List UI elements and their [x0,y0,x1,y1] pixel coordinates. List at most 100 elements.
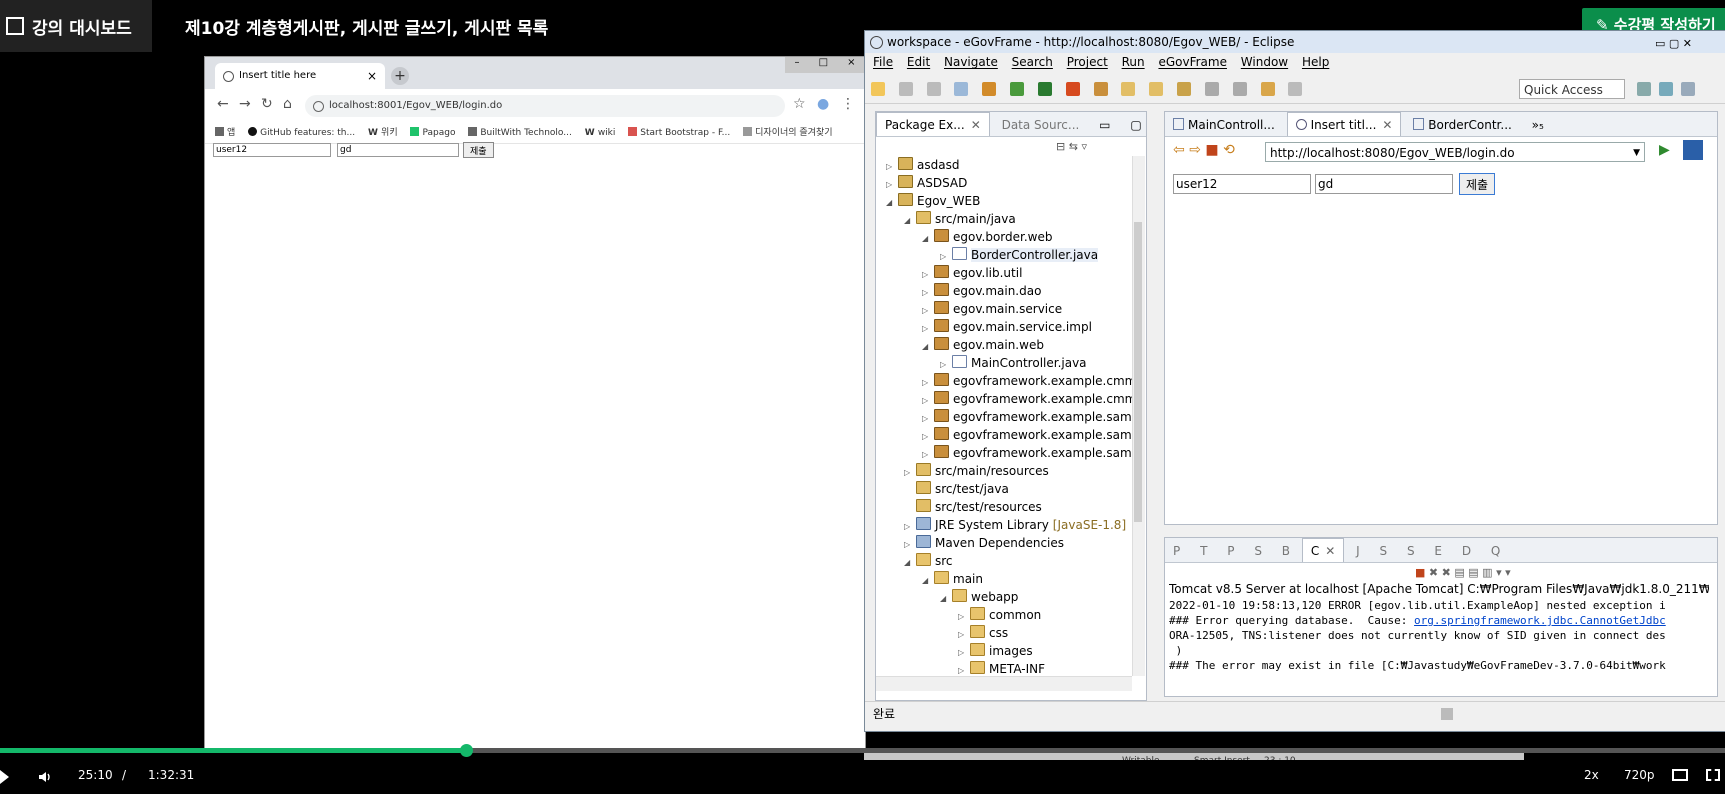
tree-item[interactable]: ▷ META-INF [958,660,1045,676]
server-icon[interactable] [1065,82,1080,96]
back-icon[interactable]: ⇦ [1173,142,1185,158]
browser-user-input[interactable] [1173,174,1311,194]
expanded-icon[interactable]: ◢ [922,572,932,590]
package-icon[interactable] [982,82,997,96]
tab-main-controller[interactable]: MainControll... [1165,113,1283,136]
quality-button[interactable]: 720p [1624,768,1655,782]
tree-item[interactable]: ◢ src/main/java [904,210,1016,228]
tree-item[interactable]: ▷egovframework.example.sample.s [922,426,1132,444]
menu-search[interactable]: Search [1012,55,1053,69]
collapsed-icon[interactable]: ▷ [958,662,968,676]
tab-snippets[interactable]: S [1372,539,1396,562]
menu-run[interactable]: Run [1122,55,1145,69]
link-editor-icon[interactable]: ⇆ [1069,140,1078,153]
bookmark-github[interactable]: GitHub features: th... [248,127,355,138]
menu-icon[interactable]: ⋮ [841,96,855,112]
forward-icon[interactable] [1288,82,1303,96]
tree-item[interactable]: ▷ egovframework.example.cmmn [922,372,1132,390]
tab-bookmarks[interactable]: B [1274,539,1298,562]
tab-servers[interactable]: S [1246,539,1270,562]
maximize-icon[interactable]: □ [819,57,828,73]
refresh-icon[interactable]: ⟲ [1223,142,1235,158]
close-icon[interactable]: × [367,63,377,89]
menu-help[interactable]: Help [1302,55,1329,69]
tree-item[interactable]: ▷ Maven Dependencies [904,534,1064,552]
tree-item[interactable]: ▷ BorderController.java [940,246,1099,264]
menu-egovframe[interactable]: eGovFrame [1158,55,1227,69]
home-icon[interactable]: ⌂ [283,96,292,112]
quick-access-input[interactable]: Quick Access [1519,79,1625,99]
tree-item[interactable]: ▷egovframework.example.cmmn.w [922,390,1132,408]
expanded-icon[interactable]: ◢ [886,194,896,212]
close-icon[interactable]: ✕ [971,118,981,132]
new-icon[interactable] [871,82,885,96]
menu-project[interactable]: Project [1067,55,1108,69]
menu-edit[interactable]: Edit [907,55,930,69]
tab-query[interactable]: Q [1483,539,1508,562]
next-annotation-icon[interactable] [1204,82,1219,96]
view-menu-icon[interactable]: ▿ [1081,140,1087,153]
scroll-lock-icon[interactable]: ▤ [1454,566,1464,579]
save-all-icon[interactable] [926,82,941,96]
tree-item[interactable]: ◢ src [904,552,953,570]
menu-window[interactable]: Window [1241,55,1288,69]
open-folder-icon[interactable] [1121,82,1136,96]
expanded-icon[interactable]: ◢ [922,230,932,248]
close-window-icon[interactable]: × [847,57,855,73]
tab-problems[interactable]: P [1165,539,1188,562]
tree-item[interactable]: ▷ egov.lib.util [922,264,1022,282]
speed-button[interactable]: 2x [1584,768,1599,782]
address-bar[interactable]: localhost:8001/Egov_WEB/login.do [305,95,785,117]
maximize-icon[interactable]: ▢ [1122,113,1146,136]
eclipse-window-controls[interactable]: ▭ ▢ ✕ [1655,33,1692,55]
expanded-icon[interactable]: ◢ [940,590,950,608]
expanded-icon[interactable]: ◢ [904,554,914,572]
tree-item[interactable]: ▷ asdasd [886,156,959,174]
server-status-icon[interactable] [1441,708,1453,720]
tree-item[interactable]: src/test/resources [904,498,1042,516]
tab-package-explorer[interactable]: Package Ex... ✕ [876,112,990,136]
terminate-icon[interactable]: ■ [1415,566,1425,579]
minimize-icon[interactable]: ▭ [1091,113,1118,136]
tree-item[interactable]: ▷egovframework.example.sample.s [922,408,1132,426]
bookmark-wiki[interactable]: W wiki [585,128,616,138]
minimize-icon[interactable]: – [795,57,800,73]
run-icon[interactable] [1010,82,1025,96]
tree-item[interactable]: src/test/java [904,480,1009,498]
remove-all-icon[interactable]: ✖ [1442,566,1451,579]
close-icon[interactable]: ✕ [1325,544,1335,558]
scrollbar-thumb[interactable] [1134,222,1142,522]
exception-link[interactable]: org.springframework.jdbc.CannotGetJdbc [1414,614,1666,627]
horizontal-scrollbar[interactable] [876,676,1132,691]
tab-border-controller[interactable]: BorderContr... [1405,113,1520,136]
collapse-all-icon[interactable]: ⊟ [1056,140,1065,153]
bookmark-apps[interactable]: 앱 [215,127,235,138]
browser-action-icon[interactable] [1683,140,1703,160]
stop-icon[interactable]: ■ [1205,142,1218,158]
tree-item[interactable]: ◢ webapp [940,588,1018,606]
tab-properties[interactable]: P [1219,539,1242,562]
tab-data-source[interactable]: Data Sourc... [994,113,1088,136]
tree-item[interactable]: ▷ JRE System Library [JavaSE-1.8] [904,516,1126,534]
tree-item[interactable]: ▷ egov.main.service.impl [922,318,1092,336]
more-tabs-button[interactable]: »₅ [1524,113,1552,136]
chrome-tab[interactable]: Insert title here × [215,63,385,89]
menu-navigate[interactable]: Navigate [944,55,998,69]
bookmark-papago[interactable]: Papago [410,127,455,138]
tree-item[interactable]: ▷ egov.main.dao [922,282,1041,300]
debug-icon[interactable] [1037,82,1052,96]
menu-file[interactable]: File [873,55,893,69]
close-icon[interactable]: ✕ [1382,118,1392,132]
password-input[interactable] [337,143,459,157]
tree-item[interactable]: ▷ src/main/resources [904,462,1049,480]
back-icon[interactable] [1260,82,1275,96]
perspective-java-icon[interactable] [1681,82,1695,96]
bookmark-bootstrap[interactable]: Start Bootstrap - F... [628,127,730,138]
tree-item[interactable]: ◢ Egov_WEB [886,192,980,210]
dropdown-icon[interactable]: ▼ [1633,143,1640,163]
open-type-icon[interactable] [1149,82,1164,96]
tree-item[interactable]: ▷ common [958,606,1041,624]
tab-sql[interactable]: S [1399,539,1423,562]
back-icon[interactable]: ← [217,96,229,112]
dashboard-link[interactable]: 강의 대시보드 [0,0,152,52]
